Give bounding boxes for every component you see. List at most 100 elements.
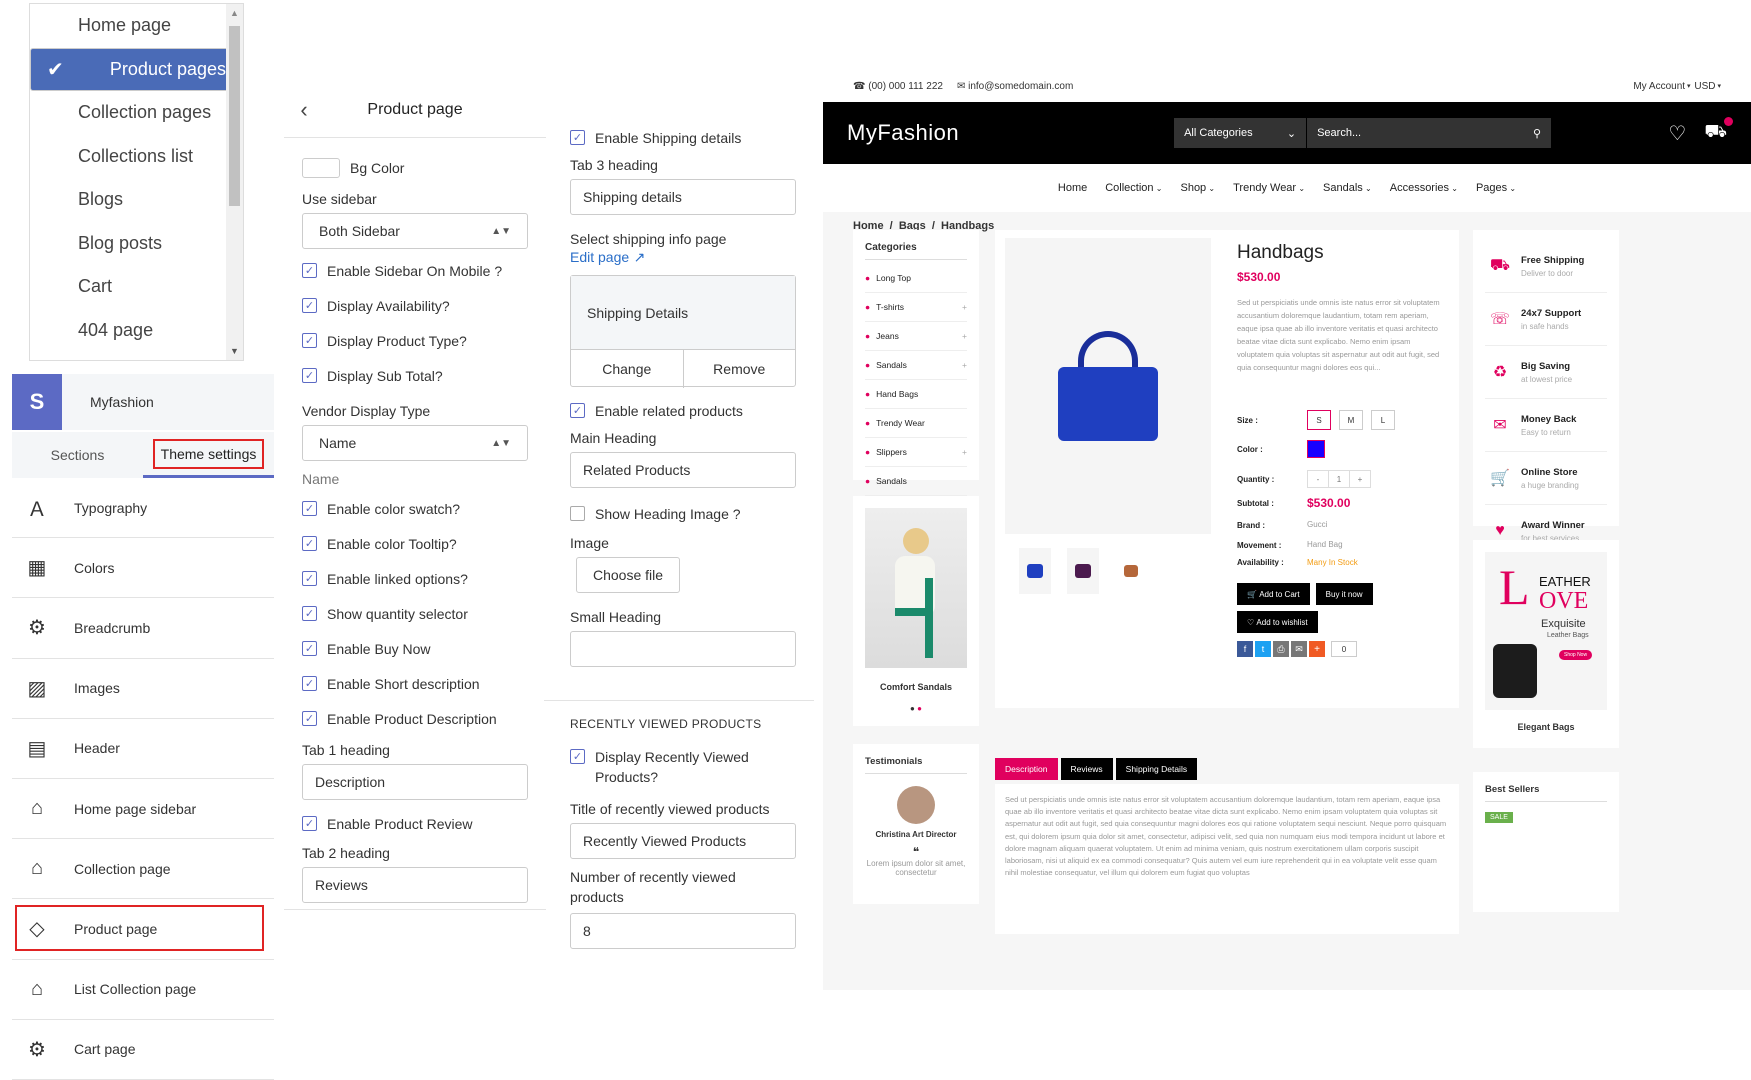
qty-minus-button[interactable]: - — [1308, 471, 1328, 487]
category-item[interactable]: ● Hand Bags — [865, 380, 967, 409]
tab1-input[interactable]: Description — [302, 764, 528, 800]
promo-image[interactable] — [865, 508, 967, 668]
small-heading-input[interactable] — [570, 631, 796, 667]
external-link-icon[interactable]: ↗ — [634, 249, 646, 265]
brand-logo[interactable]: MyFashion — [847, 120, 959, 146]
category-item[interactable]: ● Jeans + — [865, 322, 967, 351]
product-tab-description[interactable]: Description — [995, 758, 1058, 780]
bg-color-swatch[interactable] — [302, 157, 340, 178]
setting-checkbox-row[interactable]: ✓ Enable linked options? — [302, 561, 528, 596]
product-main-image[interactable] — [1005, 238, 1211, 534]
shipping-checkbox-row[interactable]: ✓ Enable Shipping details — [570, 120, 796, 155]
category-item[interactable]: ● Trendy Wear — [865, 409, 967, 438]
settings-item-cart-page[interactable]: ⚙ Cart page — [12, 1020, 274, 1080]
use-sidebar-select[interactable]: Both Sidebar ▲▼ — [302, 213, 528, 249]
checkbox[interactable]: ✓ — [302, 641, 317, 656]
setting-checkbox-row[interactable]: ✓ Enable Buy Now — [302, 631, 528, 666]
search-input[interactable]: Search... ⚲ — [1306, 118, 1552, 148]
nav-item-pages[interactable]: Pages ⌄ — [1476, 182, 1516, 194]
checkbox[interactable]: ✓ — [302, 501, 317, 516]
expand-icon[interactable]: + — [962, 331, 967, 341]
buy-now-button[interactable]: Buy it now — [1315, 583, 1373, 605]
page-type-option[interactable]: ✔ Product pages — [30, 47, 243, 91]
tab3-input[interactable]: Shipping details — [570, 179, 796, 215]
nav-item-sandals[interactable]: Sandals ⌄ — [1323, 182, 1372, 194]
settings-item-product-page[interactable]: ◇ Product page — [12, 899, 274, 960]
page-type-option[interactable]: Cart — [30, 265, 243, 309]
thumbnail[interactable] — [1067, 548, 1099, 594]
setting-checkbox-row[interactable]: ✓ Enable Product Description — [302, 701, 528, 736]
scroll-up-icon[interactable]: ▲ — [230, 8, 239, 18]
plus-share-icon[interactable]: + — [1309, 641, 1325, 657]
page-type-option[interactable]: Blog posts — [30, 222, 243, 266]
heart-icon[interactable]: ♡ — [1668, 121, 1686, 146]
category-item[interactable]: ● Sandals — [865, 467, 967, 496]
bg-color-row[interactable]: Bg Color — [302, 150, 528, 185]
setting-checkbox-row[interactable]: ✓ Display Product Type? — [302, 323, 528, 358]
checkbox[interactable]: ✓ — [302, 263, 317, 278]
choose-file-button[interactable]: Choose file — [576, 557, 681, 593]
cart-icon[interactable]: ⛟ — [1704, 117, 1733, 145]
category-item[interactable]: ● T-shirts + — [865, 293, 967, 322]
checkbox[interactable]: ✓ — [302, 333, 317, 348]
category-item[interactable]: ● Long Top — [865, 264, 967, 293]
setting-checkbox-row[interactable]: ✓ Enable Short description — [302, 666, 528, 701]
shop-now-button[interactable]: Shop Now — [1559, 650, 1593, 660]
checkbox[interactable]: ✓ — [302, 298, 317, 313]
tab-theme-settings[interactable]: Theme settings — [143, 432, 274, 478]
nav-item-home[interactable]: Home — [1058, 182, 1087, 194]
settings-item-colors[interactable]: ▦ Colors — [12, 538, 274, 599]
category-select[interactable]: All Categories ⌄ — [1174, 118, 1307, 148]
checkbox[interactable]: ✓ — [302, 368, 317, 383]
main-heading-input[interactable]: Related Products — [570, 452, 796, 488]
size-s[interactable]: S — [1307, 410, 1331, 430]
settings-item-images[interactable]: ▨ Images — [12, 659, 274, 719]
checkbox[interactable]: ✓ — [570, 403, 585, 418]
tab2-input[interactable]: Reviews — [302, 867, 528, 903]
page-type-option[interactable]: Collection pages — [30, 91, 243, 135]
nav-item-collection[interactable]: Collection ⌄ — [1105, 182, 1162, 194]
checkbox[interactable]: ✓ — [570, 130, 585, 145]
expand-icon[interactable]: + — [962, 447, 967, 457]
nav-item-shop[interactable]: Shop ⌄ — [1180, 182, 1215, 194]
checkbox[interactable]: ✓ — [302, 536, 317, 551]
carousel-dots[interactable]: ● ● — [865, 704, 967, 713]
page-type-option[interactable]: Home page — [30, 4, 243, 48]
page-type-option[interactable]: 404 page — [30, 309, 243, 353]
my-account-link[interactable]: My Account — [1633, 81, 1685, 92]
size-l[interactable]: L — [1371, 410, 1395, 430]
edit-page-text[interactable]: Edit page — [570, 249, 629, 265]
settings-item-header[interactable]: ▤ Header — [12, 719, 274, 779]
currency-select[interactable]: USD — [1694, 81, 1715, 92]
qty-input[interactable]: 1 — [1328, 471, 1350, 487]
setting-checkbox-row[interactable]: ✓ Enable color swatch? — [302, 491, 528, 526]
checkbox[interactable]: ✓ — [302, 816, 317, 831]
category-item[interactable]: ● Sandals + — [865, 351, 967, 380]
nav-item-accessories[interactable]: Accessories ⌄ — [1390, 182, 1458, 194]
change-button[interactable]: Change — [571, 350, 684, 388]
settings-item-list-collection-page[interactable]: ⌂ List Collection page — [12, 960, 274, 1020]
vendor-select[interactable]: Name ▲▼ — [302, 425, 528, 461]
nav-item-trendy-wear[interactable]: Trendy Wear ⌄ — [1233, 182, 1305, 194]
product-tab-shipping-details[interactable]: Shipping Details — [1115, 758, 1198, 780]
category-item[interactable]: ● Slippers + — [865, 438, 967, 467]
scroll-thumb[interactable] — [229, 26, 240, 206]
wishlist-button[interactable]: ♡ Add to wishlist — [1237, 611, 1318, 633]
checkbox[interactable]: ✓ — [302, 676, 317, 691]
add-to-cart-button[interactable]: 🛒 Add to Cart — [1237, 583, 1310, 605]
twitter-icon[interactable]: t — [1255, 641, 1271, 657]
setting-checkbox-row[interactable]: ✓ Display Availability? — [302, 288, 528, 323]
back-arrow-icon[interactable]: ‹ — [284, 97, 324, 123]
page-type-option[interactable]: Blogs — [30, 178, 243, 222]
checkbox[interactable]: ✓ — [570, 506, 585, 521]
settings-item-typography[interactable]: Ａ Typography — [12, 478, 274, 539]
thumbnail[interactable] — [1115, 548, 1147, 594]
setting-checkbox-row[interactable]: ✓ Display Sub Total? — [302, 358, 528, 393]
page-type-option[interactable]: Collections list — [30, 135, 243, 179]
search-icon[interactable]: ⚲ — [1533, 127, 1541, 140]
setting-checkbox-row[interactable]: ✓ Enable Sidebar On Mobile ? — [302, 253, 528, 288]
facebook-icon[interactable]: f — [1237, 641, 1253, 657]
settings-item-collection-page[interactable]: ⌂ Collection page — [12, 839, 274, 900]
checkbox[interactable]: ✓ — [302, 711, 317, 726]
page-type-dropdown[interactable]: Home page ✔ Product pages Collection pages C… — [29, 3, 244, 361]
